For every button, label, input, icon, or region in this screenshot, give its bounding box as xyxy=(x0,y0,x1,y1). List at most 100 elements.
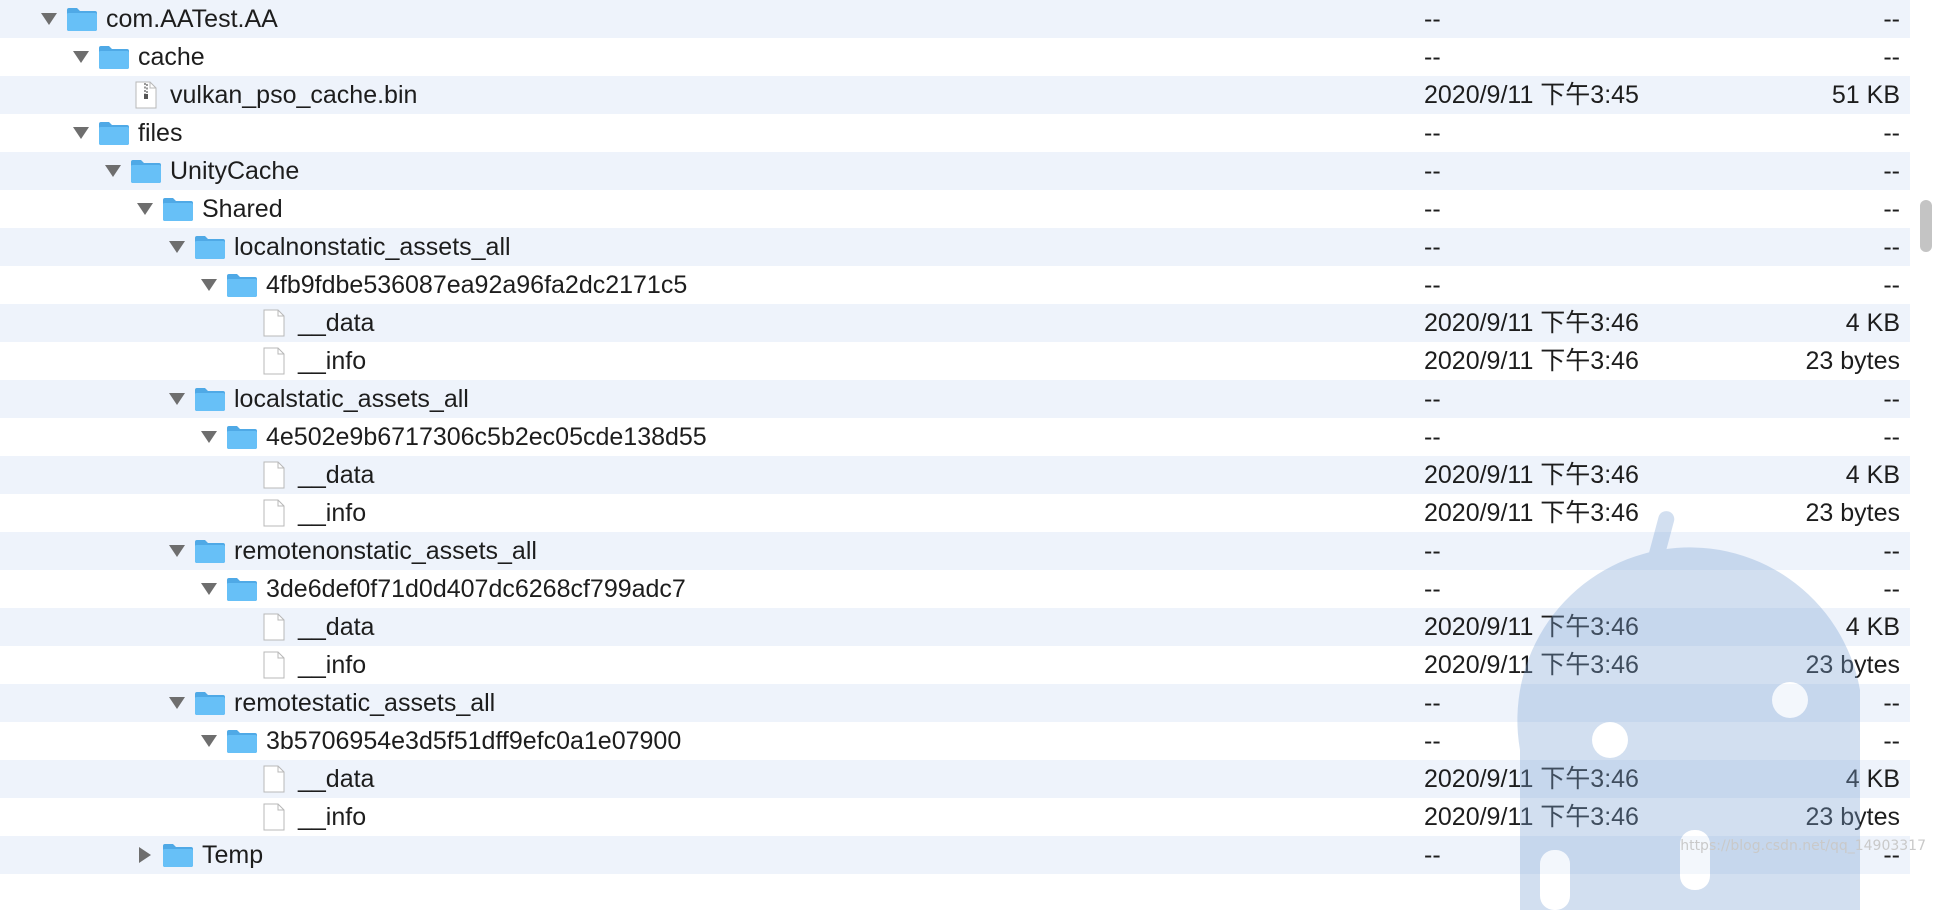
folder-row[interactable]: cache -- -- xyxy=(0,38,1910,76)
date-modified: 2020/9/11 下午3:46 xyxy=(1424,765,1639,793)
disclosure-down-icon[interactable] xyxy=(166,684,188,722)
name-cell: cache xyxy=(70,38,205,76)
folder-row[interactable]: files -- -- xyxy=(0,114,1910,152)
item-name: 4fb9fdbe536087ea92a96fa2dc2171c5 xyxy=(266,271,688,299)
date-modified: -- xyxy=(1424,689,1441,717)
name-cell: __info xyxy=(230,646,366,684)
folder-icon xyxy=(194,537,226,565)
name-cell: localnonstatic_assets_all xyxy=(166,228,511,266)
folder-icon xyxy=(98,43,130,71)
file-tree: com.AATest.AA -- -- cache -- -- vulkan_pso_c… xyxy=(0,0,1910,874)
date-modified: 2020/9/11 下午3:46 xyxy=(1424,347,1639,375)
disclosure-down-icon[interactable] xyxy=(38,0,60,38)
file-row[interactable]: __data 2020/9/11 下午3:46 4 KB xyxy=(0,760,1910,798)
date-modified: -- xyxy=(1424,385,1441,413)
file-row[interactable]: __data 2020/9/11 下午3:46 4 KB xyxy=(0,456,1910,494)
name-cell: 4fb9fdbe536087ea92a96fa2dc2171c5 xyxy=(198,266,687,304)
folder-row[interactable]: Temp -- -- xyxy=(0,836,1910,874)
disclosure-down-icon[interactable] xyxy=(70,114,92,152)
disclosure-down-icon[interactable] xyxy=(198,722,220,760)
name-cell: __data xyxy=(230,456,374,494)
file-row[interactable]: __info 2020/9/11 下午3:46 23 bytes xyxy=(0,494,1910,532)
folder-row[interactable]: 3b5706954e3d5f51dff9efc0a1e07900 -- -- xyxy=(0,722,1910,760)
disclosure-down-icon[interactable] xyxy=(70,38,92,76)
folder-icon xyxy=(226,423,258,451)
disclosure-down-icon[interactable] xyxy=(166,228,188,266)
item-size: -- xyxy=(1883,119,1900,147)
item-name: localnonstatic_assets_all xyxy=(234,233,511,261)
folder-row[interactable]: 4fb9fdbe536087ea92a96fa2dc2171c5 -- -- xyxy=(0,266,1910,304)
folder-row[interactable]: Shared -- -- xyxy=(0,190,1910,228)
date-modified: -- xyxy=(1424,727,1441,755)
file-row[interactable]: __info 2020/9/11 下午3:46 23 bytes xyxy=(0,342,1910,380)
folder-icon xyxy=(226,271,258,299)
name-cell: 3b5706954e3d5f51dff9efc0a1e07900 xyxy=(198,722,681,760)
item-size: -- xyxy=(1883,575,1900,603)
folder-row[interactable]: UnityCache -- -- xyxy=(0,152,1910,190)
date-modified: -- xyxy=(1424,233,1441,261)
item-name: __info xyxy=(298,651,367,679)
item-name: Temp xyxy=(202,841,264,869)
folder-row[interactable]: 4e502e9b6717306c5b2ec05cde138d55 -- -- xyxy=(0,418,1910,456)
item-name: cache xyxy=(138,43,205,71)
item-name: remotestatic_assets_all xyxy=(234,689,496,717)
folder-icon xyxy=(162,841,194,869)
file-row[interactable]: __info 2020/9/11 下午3:46 23 bytes xyxy=(0,798,1910,836)
item-size: -- xyxy=(1883,423,1900,451)
item-size: 4 KB xyxy=(1845,309,1900,337)
date-modified: 2020/9/11 下午3:46 xyxy=(1424,461,1639,489)
item-name: localstatic_assets_all xyxy=(234,385,469,413)
file-icon xyxy=(258,499,290,527)
name-cell: remotestatic_assets_all xyxy=(166,684,495,722)
folder-row[interactable]: localstatic_assets_all -- -- xyxy=(0,380,1910,418)
date-modified: 2020/9/11 下午3:46 xyxy=(1424,613,1639,641)
folder-row[interactable]: remotenonstatic_assets_all -- -- xyxy=(0,532,1910,570)
date-modified: 2020/9/11 下午3:46 xyxy=(1424,651,1639,679)
name-cell: UnityCache xyxy=(102,152,299,190)
folder-row[interactable]: remotestatic_assets_all -- -- xyxy=(0,684,1910,722)
item-size: -- xyxy=(1883,43,1900,71)
item-name: 3b5706954e3d5f51dff9efc0a1e07900 xyxy=(266,727,682,755)
file-icon xyxy=(258,651,290,679)
item-size: -- xyxy=(1883,233,1900,261)
name-cell: __data xyxy=(230,608,374,646)
item-name: Shared xyxy=(202,195,283,223)
name-cell: files xyxy=(70,114,182,152)
name-cell: localstatic_assets_all xyxy=(166,380,469,418)
item-size: -- xyxy=(1883,195,1900,223)
folder-row[interactable]: localnonstatic_assets_all -- -- xyxy=(0,228,1910,266)
date-modified: 2020/9/11 下午3:46 xyxy=(1424,499,1639,527)
file-row[interactable]: __data 2020/9/11 下午3:46 4 KB xyxy=(0,304,1910,342)
item-name: com.AATest.AA xyxy=(106,5,278,33)
disclosure-down-icon[interactable] xyxy=(166,532,188,570)
folder-row[interactable]: com.AATest.AA -- -- xyxy=(0,0,1910,38)
disclosure-down-icon[interactable] xyxy=(198,266,220,304)
file-row[interactable]: __info 2020/9/11 下午3:46 23 bytes xyxy=(0,646,1910,684)
disclosure-down-icon[interactable] xyxy=(198,418,220,456)
file-row[interactable]: vulkan_pso_cache.bin 2020/9/11 下午3:45 51 K… xyxy=(0,76,1910,114)
disclosure-down-icon[interactable] xyxy=(134,190,156,228)
date-modified: -- xyxy=(1424,537,1441,565)
folder-row[interactable]: 3de6def0f71d0d407dc6268cf799adc7 -- -- xyxy=(0,570,1910,608)
disclosure-down-icon[interactable] xyxy=(198,570,220,608)
vertical-scrollbar-thumb[interactable] xyxy=(1920,200,1932,252)
file-icon xyxy=(258,765,290,793)
item-size: -- xyxy=(1883,157,1900,185)
disclosure-down-icon[interactable] xyxy=(166,380,188,418)
item-size: -- xyxy=(1883,727,1900,755)
item-name: 4e502e9b6717306c5b2ec05cde138d55 xyxy=(266,423,707,451)
item-size: -- xyxy=(1883,5,1900,33)
disclosure-right-icon[interactable] xyxy=(134,836,156,874)
file-row[interactable]: __data 2020/9/11 下午3:46 4 KB xyxy=(0,608,1910,646)
disclosure-down-icon[interactable] xyxy=(102,152,124,190)
folder-icon xyxy=(194,385,226,413)
item-size: 23 bytes xyxy=(1805,651,1900,679)
folder-icon xyxy=(98,119,130,147)
date-modified: 2020/9/11 下午3:45 xyxy=(1424,81,1639,109)
date-modified: -- xyxy=(1424,841,1441,869)
folder-icon xyxy=(226,727,258,755)
